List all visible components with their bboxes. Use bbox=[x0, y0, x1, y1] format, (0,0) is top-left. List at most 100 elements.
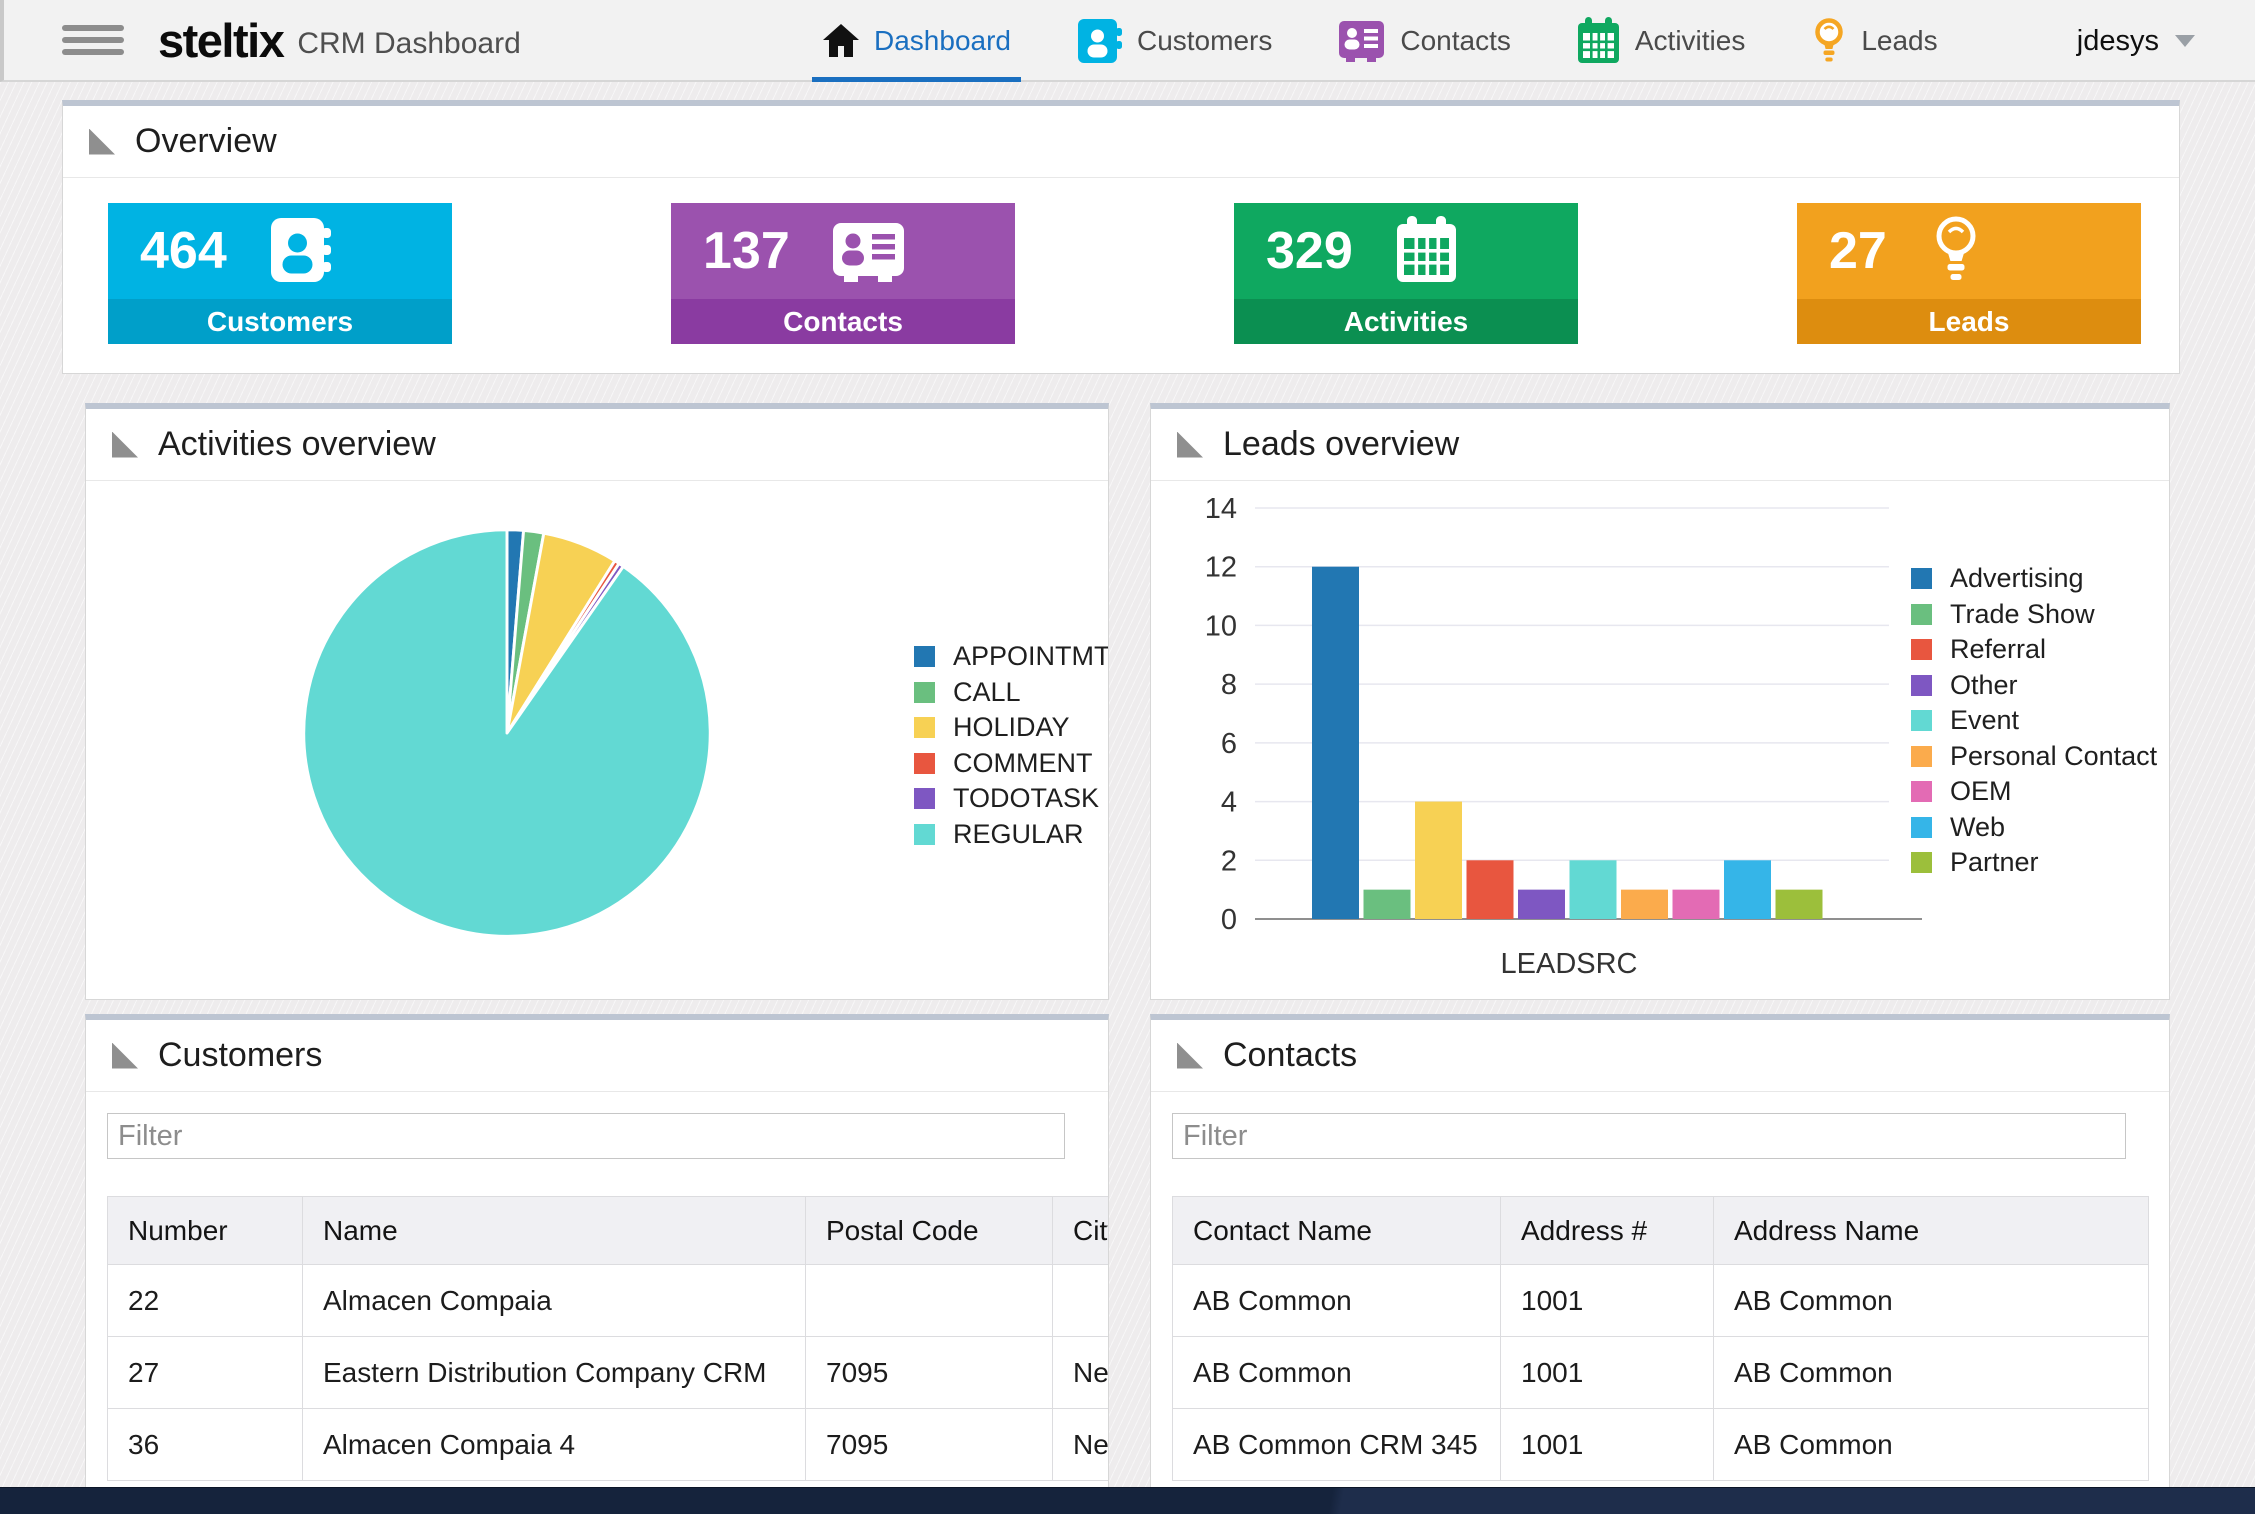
legend-label: HOLIDAY bbox=[953, 712, 1070, 743]
table-row[interactable]: AB Common CRM 3451001AB Common bbox=[1173, 1409, 2149, 1481]
table-cell: Ne bbox=[1053, 1337, 1109, 1409]
stat-card-leads[interactable]: 27 Leads bbox=[1797, 203, 2141, 344]
stat-card-customers[interactable]: 464 Customers bbox=[108, 203, 452, 344]
tab-customers[interactable]: Customers bbox=[1077, 0, 1272, 82]
tab-contacts[interactable]: Contacts bbox=[1338, 0, 1511, 82]
user-menu[interactable]: jdesys bbox=[2077, 0, 2195, 82]
tab-label: Leads bbox=[1861, 25, 1937, 57]
column-header[interactable]: Name bbox=[303, 1197, 806, 1265]
bar-chart-legend: AdvertisingTrade ShowReferralOtherEventP… bbox=[1911, 561, 2157, 881]
column-header[interactable]: Number bbox=[108, 1197, 303, 1265]
panel-title: Customers bbox=[158, 1036, 322, 1075]
hamburger-menu-icon[interactable] bbox=[62, 19, 126, 61]
legend-item: Referral bbox=[1911, 632, 2157, 668]
stat-card-contacts[interactable]: 137 Contacts bbox=[671, 203, 1015, 344]
y-axis-tick: 10 bbox=[1205, 610, 1237, 642]
stat-value: 329 bbox=[1266, 221, 1353, 281]
column-header[interactable]: Contact Name bbox=[1173, 1197, 1501, 1265]
legend-swatch bbox=[914, 646, 935, 667]
table-cell: Eastern Distribution Company CRM bbox=[303, 1337, 806, 1409]
bar-2 bbox=[1415, 802, 1462, 919]
table-cell: 36 bbox=[108, 1409, 303, 1481]
column-header[interactable]: Address Name bbox=[1714, 1197, 2149, 1265]
user-name: jdesys bbox=[2077, 25, 2159, 58]
panel-title: Leads overview bbox=[1223, 425, 1459, 464]
stat-card-activities[interactable]: 329 Activities bbox=[1234, 203, 1578, 344]
table-cell: Ne bbox=[1053, 1409, 1109, 1481]
table-cell: 7095 bbox=[806, 1409, 1053, 1481]
legend-label: CALL bbox=[953, 677, 1021, 708]
tab-dashboard[interactable]: Dashboard bbox=[822, 0, 1011, 82]
tab-activities[interactable]: Activities bbox=[1577, 0, 1745, 82]
legend-label: Web bbox=[1950, 812, 2005, 843]
legend-label: Partner bbox=[1950, 847, 2039, 878]
stat-value: 464 bbox=[140, 221, 227, 281]
activities-overview-panel: Activities overview APPOINTMTCALLHOLIDAY… bbox=[85, 403, 1109, 1000]
y-axis-tick: 12 bbox=[1205, 552, 1237, 584]
collapse-triangle-icon bbox=[112, 1043, 138, 1069]
table-row[interactable]: 22Almacen Compaia bbox=[108, 1265, 1109, 1337]
legend-swatch bbox=[1911, 817, 1932, 838]
overview-panel-header[interactable]: Overview bbox=[63, 106, 2179, 178]
bar-7 bbox=[1673, 890, 1720, 919]
pie-slice-regular bbox=[304, 530, 710, 936]
contacts-panel-header[interactable]: Contacts bbox=[1151, 1020, 2169, 1092]
table-row[interactable]: AB Common1001AB Common bbox=[1173, 1337, 2149, 1409]
customers-table: NumberNamePostal CodeCity22Almacen Compa… bbox=[107, 1196, 1108, 1481]
home-icon bbox=[822, 23, 860, 59]
stat-label: Customers bbox=[108, 299, 452, 344]
table-row[interactable]: 27Eastern Distribution Company CRM7095Ne bbox=[108, 1337, 1109, 1409]
table-row[interactable]: 36Almacen Compaia 47095Ne bbox=[108, 1409, 1109, 1481]
customers-panel-header[interactable]: Customers bbox=[86, 1020, 1108, 1092]
legend-item: Advertising bbox=[1911, 561, 2157, 597]
bar-3 bbox=[1467, 860, 1514, 919]
table-cell: 1001 bbox=[1501, 1265, 1714, 1337]
legend-label: Other bbox=[1950, 670, 2018, 701]
panel-title: Activities overview bbox=[158, 425, 436, 464]
legend-swatch bbox=[1911, 781, 1932, 802]
column-header[interactable]: Postal Code bbox=[806, 1197, 1053, 1265]
bar-9 bbox=[1776, 890, 1823, 919]
bar-4 bbox=[1518, 890, 1565, 919]
stat-label: Activities bbox=[1234, 299, 1578, 344]
tab-label: Customers bbox=[1137, 25, 1272, 57]
legend-item: OEM bbox=[1911, 774, 2157, 810]
legend-label: Referral bbox=[1950, 634, 2046, 665]
table-row[interactable]: AB Common1001AB Common bbox=[1173, 1265, 2149, 1337]
legend-label: Advertising bbox=[1950, 563, 2084, 594]
column-header[interactable]: City bbox=[1053, 1197, 1109, 1265]
window-footer bbox=[0, 1487, 2255, 1514]
legend-item: Partner bbox=[1911, 845, 2157, 881]
activities-panel-header[interactable]: Activities overview bbox=[86, 409, 1108, 481]
bar-8 bbox=[1724, 860, 1771, 919]
stat-label: Leads bbox=[1797, 299, 2141, 344]
legend-item: Trade Show bbox=[1911, 597, 2157, 633]
table-cell bbox=[806, 1265, 1053, 1337]
contacts-table-wrap: Contact NameAddress #Address NameAB Comm… bbox=[1172, 1196, 2169, 1481]
address-card-icon bbox=[832, 218, 908, 284]
legend-swatch bbox=[1911, 852, 1932, 873]
customers-filter-input[interactable] bbox=[107, 1113, 1065, 1159]
column-header[interactable]: Address # bbox=[1501, 1197, 1714, 1265]
y-axis-tick: 6 bbox=[1221, 728, 1237, 760]
legend-swatch bbox=[1911, 604, 1932, 625]
table-cell: AB Common bbox=[1173, 1337, 1501, 1409]
legend-item: Personal Contact bbox=[1911, 739, 2157, 775]
calendar-icon bbox=[1395, 216, 1459, 286]
legend-item: Other bbox=[1911, 668, 2157, 704]
table-header-row: NumberNamePostal CodeCity bbox=[108, 1197, 1109, 1265]
table-cell: AB Common bbox=[1714, 1337, 2149, 1409]
lightbulb-icon bbox=[1929, 214, 1983, 288]
customers-table-wrap: NumberNamePostal CodeCity22Almacen Compa… bbox=[107, 1196, 1108, 1481]
tab-label: Activities bbox=[1635, 25, 1745, 57]
legend-item: HOLIDAY bbox=[914, 710, 1109, 746]
contacts-filter-input[interactable] bbox=[1172, 1113, 2126, 1159]
tab-leads[interactable]: Leads bbox=[1811, 0, 1937, 82]
legend-swatch bbox=[1911, 746, 1932, 767]
legend-item: COMMENT bbox=[914, 746, 1109, 782]
table-cell: AB Common bbox=[1714, 1409, 2149, 1481]
y-axis-tick: 0 bbox=[1221, 904, 1237, 936]
legend-label: OEM bbox=[1950, 776, 2012, 807]
leads-panel-header[interactable]: Leads overview bbox=[1151, 409, 2169, 481]
bar-5 bbox=[1570, 860, 1617, 919]
